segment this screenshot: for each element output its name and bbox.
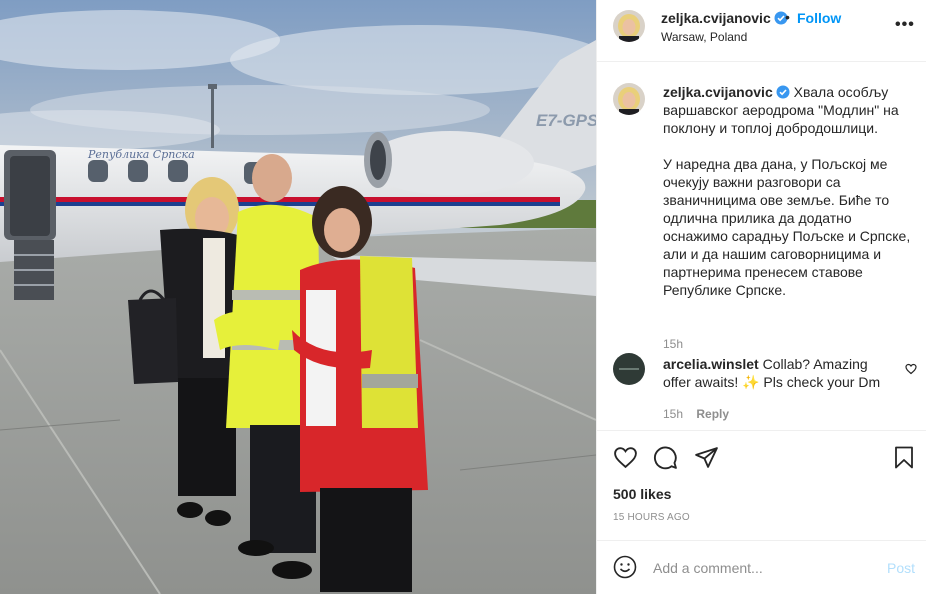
comments-list[interactable]: zeljka.cvijanovic Хвала особљу варшавско… bbox=[597, 63, 926, 429]
emoji-smiley-icon[interactable] bbox=[613, 555, 637, 579]
commenter-avatar[interactable] bbox=[613, 353, 645, 385]
caption-text: zeljka.cvijanovic Хвала особљу варшавско… bbox=[663, 83, 915, 299]
author-username-text: zeljka.cvijanovic bbox=[661, 10, 771, 26]
post-location-link[interactable]: Warsaw, Poland bbox=[661, 30, 747, 44]
post-actions: 500 likes 15 HOURS AGO bbox=[597, 430, 926, 540]
caption-username[interactable]: zeljka.cvijanovic bbox=[663, 84, 773, 100]
commenter-username[interactable]: arcelia.winslet bbox=[663, 356, 759, 372]
like-heart-icon[interactable] bbox=[613, 445, 638, 470]
post-photo-illustration: E7-GPS Република Српска bbox=[0, 0, 596, 594]
comment-input[interactable] bbox=[653, 557, 873, 579]
post-timestamp[interactable]: 15 HOURS AGO bbox=[613, 512, 690, 523]
author-avatar[interactable] bbox=[613, 10, 645, 42]
post-photo[interactable]: E7-GPS Република Српска bbox=[0, 0, 596, 594]
comment-bubble-icon[interactable] bbox=[653, 445, 678, 470]
comment-timestamp[interactable]: 15h bbox=[663, 407, 683, 421]
reply-button[interactable]: Reply bbox=[696, 407, 729, 421]
save-bookmark-icon[interactable] bbox=[893, 445, 915, 470]
caption-timestamp[interactable]: 15h bbox=[663, 337, 683, 351]
commenter-avatar-image bbox=[613, 353, 645, 385]
caption-verified-badge-icon bbox=[776, 85, 790, 99]
aircraft-registration: E7-GPS bbox=[536, 111, 596, 130]
post-sidebar: zeljka.cvijanovic • Follow Warsaw, Polan… bbox=[596, 0, 926, 594]
caption-paragraph-2: У наредна два дана, у Пољској ме очекују… bbox=[663, 156, 911, 298]
share-paper-plane-icon[interactable] bbox=[694, 445, 719, 470]
caption-paragraph-1: zeljka.cvijanovic Хвала особљу варшавско… bbox=[663, 83, 915, 137]
author-avatar-image bbox=[613, 10, 645, 42]
likes-count[interactable]: 500 likes bbox=[613, 486, 671, 502]
separator-dot: • bbox=[785, 9, 790, 25]
more-options-icon[interactable]: ••• bbox=[895, 16, 915, 34]
caption-avatar[interactable] bbox=[613, 83, 645, 115]
caption-avatar-image bbox=[613, 83, 645, 115]
post-header: zeljka.cvijanovic • Follow Warsaw, Polan… bbox=[597, 0, 926, 62]
post-comment-button[interactable]: Post bbox=[887, 560, 915, 576]
aircraft-livery-text: Република Српска bbox=[87, 148, 195, 161]
comment-like-heart-icon[interactable] bbox=[905, 363, 917, 375]
author-username[interactable]: zeljka.cvijanovic bbox=[661, 10, 788, 26]
follow-button[interactable]: Follow bbox=[797, 10, 841, 26]
comment-meta: 15h Reply bbox=[663, 407, 729, 421]
add-comment-bar: Post bbox=[597, 540, 926, 594]
comment-text: arcelia.winslet Collab? Amazing offer aw… bbox=[663, 355, 883, 391]
